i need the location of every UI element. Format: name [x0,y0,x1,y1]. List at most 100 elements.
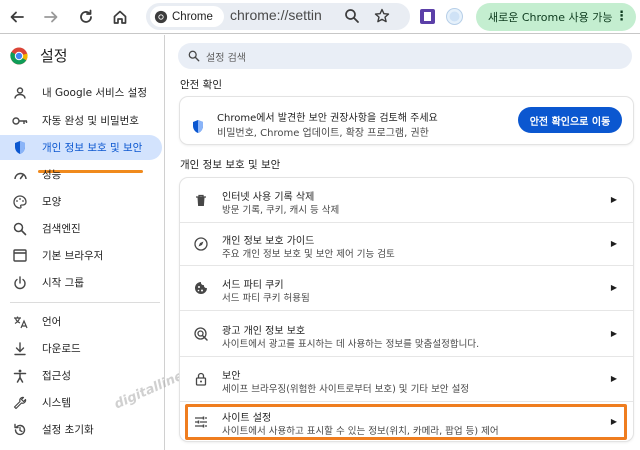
row-third-party-cookies[interactable]: 서드 파티 쿠키 서드 파티 쿠키 허용됨 ▶ [180,265,633,310]
zoom-search-button[interactable] [344,8,360,28]
sidebar-item-label: 다운로드 [42,343,81,355]
forward-button[interactable] [40,6,62,28]
row-subtitle: 사이트에서 광고를 표시하는 데 사용하는 정보를 맞춤설정합니다. [222,339,480,350]
extension-icon [420,9,435,24]
sidebar-item-label: 내 Google 서비스 설정 [42,87,147,99]
wrench-icon [12,395,28,411]
translate-icon [12,314,28,330]
extension-button[interactable] [419,8,436,25]
sidebar-item-search-engine[interactable]: 검색엔진 [0,216,162,241]
sidebar-item-label: 설정 초기화 [42,424,94,436]
row-title: 개인 정보 보호 가이드 [222,236,315,247]
chevron-right-icon: ▶ [610,374,617,383]
home-button[interactable] [109,6,131,28]
row-security[interactable]: 보안 세이프 브라우징(위험한 사이트로부터 보호) 및 기타 보안 설정 ▶ [180,356,633,401]
menu-kebab-icon[interactable]: ⋮ [615,9,628,24]
trash-icon [193,192,209,208]
sidebar-item-autofill[interactable]: 자동 완성 및 비밀번호 [0,108,162,133]
row-subtitle: 세이프 브라우징(위험한 사이트로부터 보호) 및 기타 보안 설정 [222,384,470,395]
row-subtitle: 주요 개인 정보 보호 및 보안 제어 기능 검토 [222,249,395,260]
accessibility-icon [12,368,28,384]
safety-check-heading: 안전 확인 [180,79,222,91]
row-privacy-guide[interactable]: 개인 정보 보호 가이드 주요 개인 정보 보호 및 보안 제어 기능 검토 ▶ [180,222,633,265]
sidebar-item-label: 언어 [42,316,62,328]
restore-icon [12,422,28,438]
chevron-right-icon: ▶ [610,239,617,248]
row-title: 광고 개인 정보 보호 [222,326,306,337]
sidebar-item-performance[interactable]: 성능 [0,162,162,187]
safety-check-details: 비밀번호, Chrome 업데이트, 확장 프로그램, 권한 [217,128,429,139]
safety-check-message: Chrome에서 발견한 보안 권장사항을 검토해 주세요 [217,113,438,124]
sidebar-item-privacy[interactable]: 개인 정보 보호 및 보안 [0,135,162,160]
lock-icon [193,371,209,387]
sidebar-item-label: 자동 완성 및 비밀번호 [42,115,139,127]
back-button[interactable] [6,6,28,28]
sidebar-item-languages[interactable]: 언어 [0,309,162,334]
sidebar-item-label: 개인 정보 보호 및 보안 [42,142,143,154]
row-title: 인터넷 사용 기록 삭제 [222,192,315,203]
star-icon [374,8,390,23]
privacy-heading: 개인 정보 보호 및 보안 [180,159,281,171]
row-clear-browsing-data[interactable]: 인터넷 사용 기록 삭제 방문 기록, 쿠키, 캐시 등 삭제 ▶ [180,178,633,222]
search-icon [12,221,28,237]
ad-privacy-icon [193,326,209,342]
update-label: 새로운 Chrome 사용 가능 [488,11,613,24]
go-to-safety-check-button[interactable]: 안전 확인으로 이동 [518,107,622,133]
chevron-right-icon: ▶ [610,283,617,292]
sliders-icon [193,414,209,430]
privacy-card: 인터넷 사용 기록 삭제 방문 기록, 쿠키, 캐시 등 삭제 ▶ 개인 정보 … [180,178,633,441]
browser-icon [12,248,28,264]
sidebar-item-label: 시스템 [42,397,71,409]
bookmark-button[interactable] [374,8,390,28]
chevron-right-icon: ▶ [610,329,617,338]
sidebar-item-downloads[interactable]: 다운로드 [0,336,162,361]
url-text[interactable]: chrome://settin [230,7,322,23]
download-icon [12,341,28,357]
magnifier-icon [345,9,359,23]
chrome-logo-icon [154,10,168,23]
sidebar-item-label: 모양 [42,196,62,208]
chrome-update-button[interactable]: 새로운 Chrome 사용 가능 ⋮ [476,3,636,31]
reload-icon [80,9,92,23]
settings-brand: 설정 [10,45,68,66]
profile-avatar-icon [446,8,463,25]
sidebar-item-label: 시작 그룹 [42,277,84,289]
row-subtitle: 방문 기록, 쿠키, 캐시 등 삭제 [222,205,340,216]
row-title: 보안 [222,371,241,382]
profile-button[interactable] [446,8,463,25]
shield-check-icon [191,119,205,138]
sidebar-item-on-startup[interactable]: 시작 그룹 [0,270,162,295]
row-title: 서드 파티 쿠키 [222,280,284,291]
reload-button[interactable] [75,6,97,28]
row-subtitle: 사이트에서 사용하고 표시할 수 있는 정보(위치, 카메라, 팝업 등) 제어 [222,426,499,437]
sidebar-item-label: 접근성 [42,370,71,382]
compass-icon [193,236,209,252]
address-bar[interactable]: Chrome chrome://settin [146,3,410,30]
home-icon [113,10,127,24]
search-icon [188,50,200,62]
row-ad-privacy[interactable]: 광고 개인 정보 보호 사이트에서 광고를 표시하는 데 사용하는 정보를 맞춤… [180,310,633,356]
chevron-right-icon: ▶ [610,195,617,204]
sidebar-divider [10,302,160,303]
cookie-icon [193,280,209,296]
settings-search-input[interactable]: 설정 검색 [178,43,632,69]
sidebar-item-google-services[interactable]: 내 Google 서비스 설정 [0,80,162,105]
person-icon [12,85,28,101]
shield-icon [12,140,28,156]
sidebar-item-default-browser[interactable]: 기본 브라우저 [0,243,162,268]
speedometer-icon [12,167,28,183]
site-chip-label: Chrome [172,10,213,23]
sidebar-item-label: 검색엔진 [42,223,81,235]
key-icon [12,113,28,129]
browser-toolbar: Chrome chrome://settin 새로운 Chrome 사용 가능 … [0,0,640,34]
settings-title: 설정 [40,47,68,65]
safety-check-card: Chrome에서 발견한 보안 권장사항을 검토해 주세요 비밀번호, Chro… [180,97,633,144]
forward-arrow-icon [44,11,58,23]
site-info-chip[interactable]: Chrome [150,6,224,27]
sidebar-item-label: 기본 브라우저 [42,250,104,262]
sidebar-item-accessibility[interactable]: 접근성 [0,363,162,388]
sidebar-item-reset[interactable]: 설정 초기화 [0,417,162,442]
sidebar-item-appearance[interactable]: 모양 [0,189,162,214]
power-icon [12,275,28,291]
row-site-settings[interactable]: 사이트 설정 사이트에서 사용하고 표시할 수 있는 정보(위치, 카메라, 팝… [180,401,633,441]
